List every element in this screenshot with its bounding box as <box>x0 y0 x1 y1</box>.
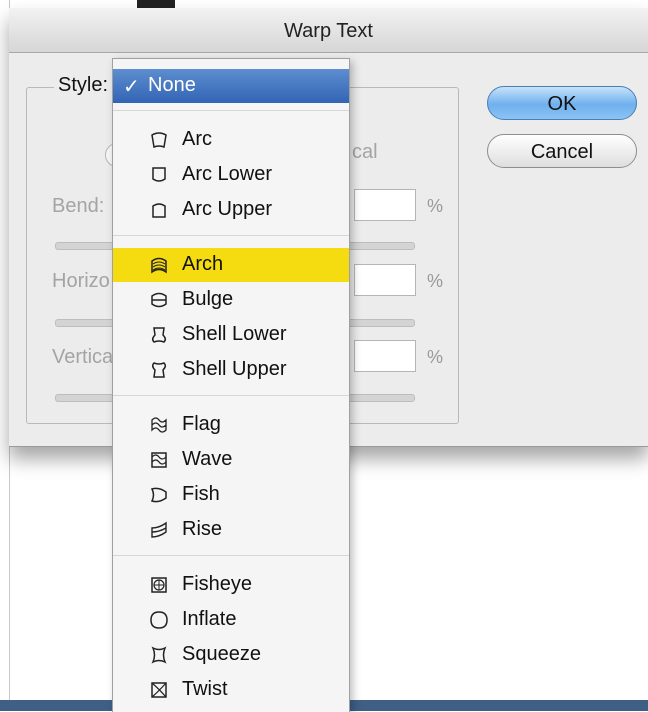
menu-item-bulge[interactable]: Bulge <box>113 283 349 317</box>
bulge-icon <box>151 292 167 308</box>
twist-icon <box>151 682 167 698</box>
menu-item-label: Arch <box>182 253 224 275</box>
style-label: Style: <box>54 74 113 97</box>
cancel-button[interactable]: Cancel <box>487 134 637 168</box>
menu-item-none[interactable]: ✓ None <box>113 69 349 103</box>
style-dropdown-menu: ✓ None Arc Arc Lower Arc Upper Arch Bulg… <box>112 58 350 712</box>
flag-icon <box>151 417 167 433</box>
window-edge-tab <box>137 0 175 8</box>
vertical-distortion-label: Vertica <box>52 346 114 368</box>
menu-item-squeeze[interactable]: Squeeze <box>113 638 349 672</box>
menu-item-label: Wave <box>182 448 233 470</box>
horizontal-percent: % <box>427 271 444 291</box>
arch-icon <box>151 257 167 274</box>
menu-separator <box>113 395 349 396</box>
menu-separator <box>113 555 349 556</box>
menu-item-label: Shell Lower <box>182 323 287 345</box>
menu-item-label: Rise <box>182 518 223 540</box>
menu-item-label: Fisheye <box>182 573 253 595</box>
title-bar: Warp Text <box>9 8 648 53</box>
fisheye-icon <box>151 577 167 593</box>
vertical-radio-label: cal <box>352 141 378 163</box>
menu-separator <box>113 110 349 111</box>
horizontal-distortion-label: Horizo <box>52 270 110 292</box>
menu-item-label: Flag <box>182 413 221 435</box>
horizontal-distortion-input[interactable] <box>354 264 416 296</box>
menu-item-label: Bulge <box>182 288 234 310</box>
bend-label: Bend: <box>52 195 105 217</box>
dialog-title: Warp Text <box>284 20 373 42</box>
menu-item-shell-upper[interactable]: Shell Upper <box>113 353 349 387</box>
shell-upper-icon <box>151 362 167 378</box>
wave-icon <box>151 452 167 468</box>
menu-item-arc-upper[interactable]: Arc Upper <box>113 193 349 227</box>
menu-item-wave[interactable]: Wave <box>113 443 349 477</box>
menu-item-label: Arc Lower <box>182 163 273 185</box>
menu-item-flag[interactable]: Flag <box>113 408 349 442</box>
vertical-percent: % <box>427 347 444 367</box>
menu-item-label: Arc <box>182 128 212 150</box>
menu-item-label: Twist <box>182 678 228 700</box>
menu-item-label: Arc Upper <box>182 198 273 220</box>
checkmark-icon: ✓ <box>123 76 140 98</box>
menu-item-fish[interactable]: Fish <box>113 478 349 512</box>
menu-item-label: Squeeze <box>182 643 261 665</box>
menu-item-shell-lower[interactable]: Shell Lower <box>113 318 349 352</box>
inflate-icon <box>150 611 168 629</box>
menu-item-twist[interactable]: Twist <box>113 673 349 707</box>
menu-item-arc[interactable]: Arc <box>113 123 349 157</box>
ok-button[interactable]: OK <box>487 86 637 120</box>
bend-input[interactable] <box>354 189 416 221</box>
menu-separator <box>113 235 349 236</box>
menu-item-rise[interactable]: Rise <box>113 513 349 547</box>
menu-item-arc-lower[interactable]: Arc Lower <box>113 158 349 192</box>
menu-item-inflate[interactable]: Inflate <box>113 603 349 637</box>
bend-percent: % <box>427 196 444 216</box>
rise-icon <box>151 521 167 538</box>
menu-item-arch[interactable]: Arch <box>113 248 349 282</box>
menu-item-label: None <box>148 74 196 96</box>
arc-icon <box>151 132 167 149</box>
menu-item-label: Inflate <box>182 608 237 630</box>
menu-item-label: Fish <box>182 483 220 505</box>
menu-item-label: Shell Upper <box>182 358 287 380</box>
squeeze-icon <box>151 646 167 664</box>
arc-lower-icon <box>152 167 166 182</box>
menu-item-fisheye[interactable]: Fisheye <box>113 568 349 602</box>
vertical-distortion-input[interactable] <box>354 340 416 372</box>
fish-icon <box>150 487 167 503</box>
shell-lower-icon <box>151 327 167 343</box>
arc-upper-icon <box>152 203 166 218</box>
